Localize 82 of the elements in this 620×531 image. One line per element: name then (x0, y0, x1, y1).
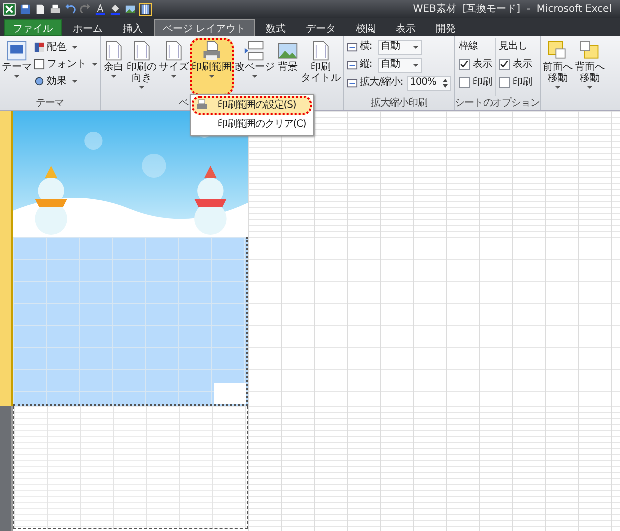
caret-icon (14, 75, 20, 78)
landscape-icon (277, 40, 299, 62)
group-label: シートのオプション (455, 98, 540, 110)
themes-button[interactable]: テーマ (1, 38, 33, 96)
document-icon[interactable] (35, 4, 46, 14)
page-setup-button[interactable]: 印刷の 向き (126, 38, 158, 96)
caret-icon (586, 86, 593, 89)
group-label: ペ (179, 98, 188, 110)
checkbox[interactable] (498, 76, 510, 88)
caret-icon (209, 75, 215, 78)
page-setup-button[interactable]: 改ページ (234, 38, 276, 96)
dropdown-field[interactable]: 自動 (378, 40, 422, 54)
page-icon (310, 40, 332, 62)
ribbon-tab[interactable]: 開発 (427, 19, 466, 36)
menu-item[interactable]: 印刷範囲のクリア(C) (192, 115, 312, 134)
page-break-icon (244, 40, 266, 62)
checkbox[interactable] (498, 58, 510, 70)
spinner-icon[interactable] (443, 78, 448, 88)
font-color-icon[interactable] (95, 4, 106, 14)
theme-option-button[interactable]: 配色 (34, 40, 98, 54)
dropdown-field[interactable]: 自動 (378, 58, 422, 72)
font-icon (34, 58, 45, 70)
caret-icon (111, 75, 117, 78)
page-setup-button[interactable]: 印刷 タイトル (300, 38, 342, 96)
layers-icon (546, 40, 569, 62)
group-label: テーマ (34, 98, 66, 110)
page-setup-button[interactable]: 余白 (102, 38, 126, 96)
ribbon-tab[interactable]: 校閲 (347, 19, 386, 36)
theme-option-button[interactable]: フォント (34, 57, 98, 71)
checkbox-label: 印刷 (473, 76, 492, 89)
ribbon-tab[interactable]: ホーム (64, 19, 112, 36)
printer-icon (201, 40, 223, 62)
ribbon-tab[interactable]: 数式 (257, 19, 296, 36)
page-setup-button[interactable]: サイズ (158, 38, 190, 96)
fill-color-icon[interactable] (110, 4, 121, 14)
arrange-button[interactable]: 背面へ 移動 (574, 38, 606, 108)
group-label: 拡大縮小印刷 (370, 98, 428, 110)
field-label: 拡大/縮小: (360, 77, 404, 89)
checkbox-label: 印刷 (512, 76, 532, 89)
save-icon[interactable] (20, 4, 31, 14)
theme-option-button[interactable]: 効果 (34, 74, 98, 88)
redo-icon[interactable] (80, 4, 91, 14)
ribbon-tab[interactable]: ページ レイアウト (154, 19, 256, 36)
active-cell[interactable] (214, 383, 246, 404)
columns-icon[interactable] (140, 4, 151, 14)
page-icon (131, 40, 153, 62)
option-heading: 枠線 (459, 40, 479, 53)
caret-icon (252, 75, 258, 78)
checkbox[interactable] (459, 76, 470, 88)
printer-icon[interactable] (50, 4, 61, 14)
scale-icon (347, 78, 358, 88)
layers-icon (578, 40, 601, 62)
window-title: WEB素材 [互換モード] - Microsoft Excel (413, 2, 612, 16)
field-label: 縦: (360, 59, 374, 71)
printer-icon (196, 99, 208, 111)
theme-icon (6, 40, 28, 62)
undo-icon[interactable] (65, 4, 76, 14)
page-icon (163, 40, 185, 62)
scale-icon (347, 60, 358, 70)
checkbox[interactable] (459, 58, 470, 70)
circle-icon (34, 76, 45, 86)
caret-icon (171, 75, 177, 78)
ribbon-tab[interactable]: 表示 (387, 19, 426, 36)
caret-icon (139, 86, 145, 89)
ribbon-tab[interactable]: データ (297, 19, 346, 36)
picture-icon[interactable] (125, 4, 136, 14)
arrange-button[interactable]: 前面へ 移動 (542, 38, 574, 108)
checkbox-label: 表示 (473, 58, 492, 71)
ribbon-tab[interactable]: ファイル (4, 19, 62, 36)
page-setup-button[interactable]: 背景 (276, 38, 300, 96)
dropdown-field[interactable]: 100% (407, 76, 452, 90)
excel-icon[interactable] (3, 2, 16, 16)
ribbon-tab[interactable]: 挿入 (114, 19, 152, 36)
scale-icon (347, 42, 358, 52)
field-label: 横: (360, 41, 374, 53)
option-heading: 見出し (498, 40, 528, 53)
checkbox-label: 表示 (512, 58, 532, 71)
page-setup-button[interactable]: 印刷範囲 (190, 38, 234, 96)
menu-item[interactable]: 印刷範囲の設定(S) (192, 96, 312, 115)
caret-icon (554, 86, 561, 89)
color-swatch-icon (34, 42, 45, 52)
page-icon (103, 40, 125, 62)
